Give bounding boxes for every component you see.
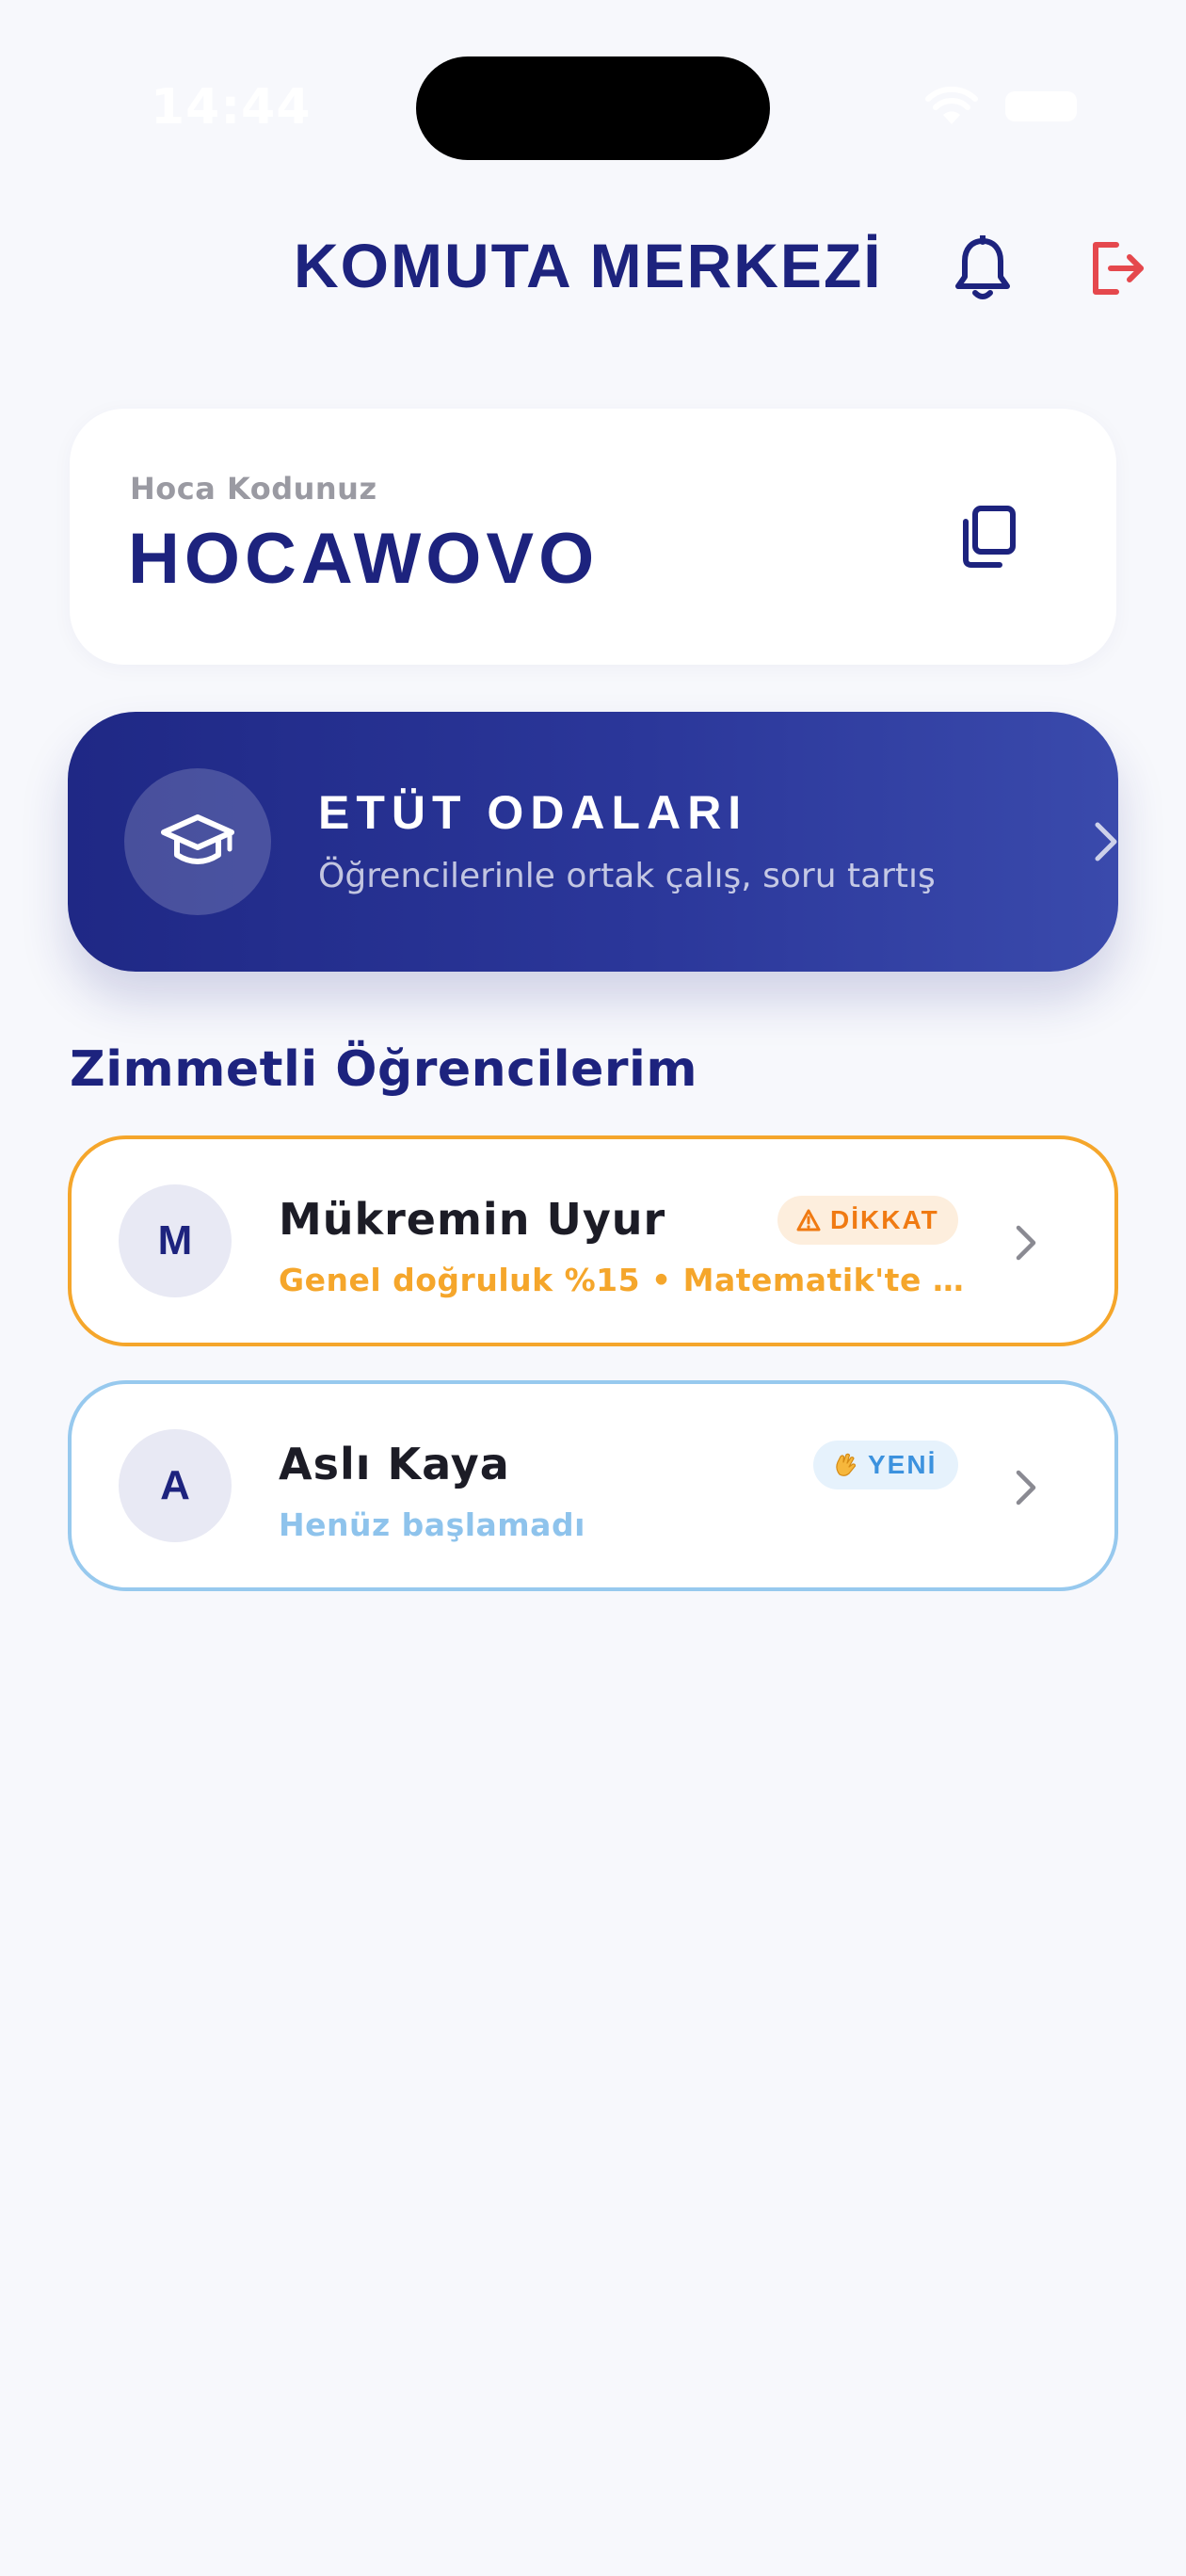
dynamic-island (416, 56, 770, 160)
screen: 14:44 KOMUTA MERKEZİ Hoca Kodunuz HOCAWO… (0, 0, 1186, 2576)
study-rooms-subtitle: Öğrencilerinle ortak çalış, soru tartış (318, 857, 936, 895)
status-badge: YENİ (813, 1441, 958, 1489)
rooms-icon-wrapper (124, 768, 271, 915)
status-time: 14:44 (151, 79, 312, 136)
status-badge-label: DİKKAT (830, 1205, 939, 1234)
notifications-button[interactable] (953, 233, 1013, 303)
teacher-code-value: HOCAWOVO (128, 519, 600, 599)
chevron-right-icon (1016, 1470, 1036, 1505)
copy-icon (963, 506, 1016, 568)
chevron-right-icon (1016, 1225, 1036, 1261)
status-icons (924, 87, 1077, 126)
teacher-code-label: Hoca Kodunuz (130, 471, 377, 507)
student-card[interactable]: A Aslı Kaya YENİ Henüz başlamadı (68, 1380, 1118, 1591)
warning-icon (796, 1209, 821, 1232)
student-name: Aslı Kaya (279, 1439, 510, 1489)
status-badge-label: YENİ (868, 1450, 938, 1479)
chevron-right-icon (1095, 822, 1117, 861)
graduation-cap-icon (161, 814, 234, 864)
section-title: Zimmetli Öğrencilerim (70, 1041, 698, 1098)
student-card[interactable]: M Mükremin Uyur DİKKAT Genel doğruluk %1… (68, 1135, 1118, 1346)
wifi-icon (925, 87, 978, 124)
bell-icon (955, 233, 1010, 299)
student-detail: Henüz başlamadı (279, 1506, 585, 1543)
waving-hand-icon (836, 1453, 857, 1476)
student-detail: Genel doğruluk %15 • Matematik'te zorlan… (279, 1262, 975, 1298)
logout-icon (1093, 242, 1144, 295)
study-rooms-title: ETÜT ODALARI (318, 786, 748, 839)
student-name: Mükremin Uyur (279, 1194, 666, 1245)
avatar: A (119, 1429, 232, 1542)
avatar: M (119, 1184, 232, 1297)
status-badge: DİKKAT (777, 1196, 958, 1245)
page-title: KOMUTA MERKEZİ (294, 231, 883, 300)
teacher-code-card: Hoca Kodunuz HOCAWOVO (70, 409, 1116, 665)
study-rooms-card[interactable]: ETÜT ODALARI Öğrencilerinle ortak çalış,… (68, 712, 1118, 972)
logout-button[interactable] (1088, 239, 1146, 298)
battery-icon (1005, 91, 1077, 121)
copy-code-button[interactable] (954, 503, 1022, 571)
